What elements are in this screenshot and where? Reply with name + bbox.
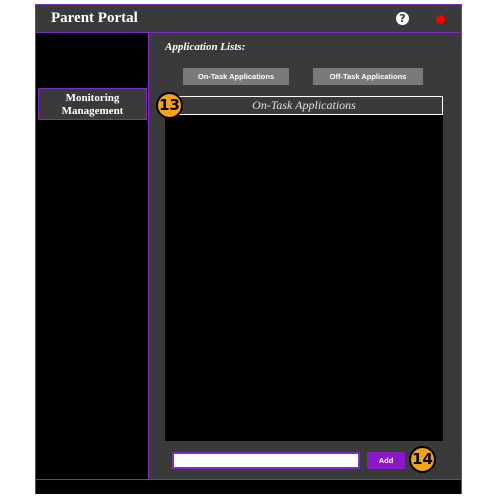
application-list[interactable]: On-Task Applications	[165, 96, 443, 441]
on-task-applications-button[interactable]: On-Task Applications	[183, 68, 289, 85]
annotation-badge-13: 13	[156, 92, 183, 119]
status-bar	[36, 479, 461, 494]
annotation-badge-14: 14	[409, 446, 436, 473]
help-icon[interactable]: ?	[396, 12, 409, 25]
add-button[interactable]: Add	[367, 452, 405, 469]
parent-portal-window: Parent Portal ? Monitoring Management Ap…	[35, 4, 462, 494]
off-task-applications-button[interactable]: Off-Task Applications	[313, 68, 423, 85]
add-application-input[interactable]	[172, 452, 360, 469]
sidebar-item-monitoring-management[interactable]: Monitoring Management	[38, 88, 147, 120]
sidebar: Monitoring Management	[36, 33, 149, 479]
main-panel: Application Lists: On-Task Applications …	[149, 33, 461, 479]
list-header: On-Task Applications	[165, 96, 443, 115]
title-bar: Parent Portal ?	[36, 5, 461, 33]
close-icon[interactable]	[436, 15, 445, 24]
window-title: Parent Portal	[51, 10, 138, 26]
application-lists-label: Application Lists:	[165, 41, 246, 53]
